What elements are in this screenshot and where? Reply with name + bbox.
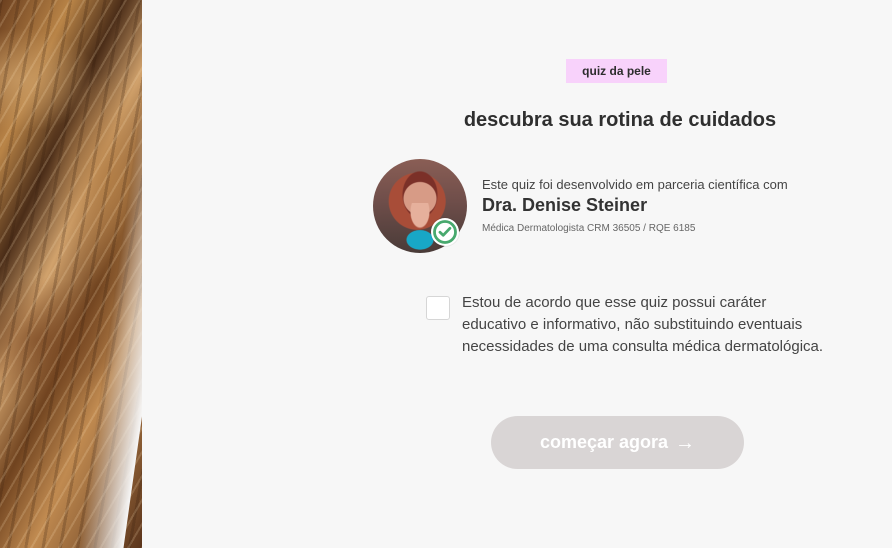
- agreement-text: Estou de acordo que esse quiz possui car…: [462, 294, 824, 355]
- partially-visible-text: [657, 535, 837, 548]
- quiz-intro-panel: quiz da pele descubra sua rotina de cuid…: [142, 0, 892, 548]
- quiz-badge: quiz da pele: [566, 59, 667, 83]
- verified-check-icon: [431, 218, 459, 246]
- agreement-checkbox-row[interactable]: Estou de acordo que esse quiz possui car…: [426, 292, 846, 378]
- arrow-right-icon: →: [675, 432, 696, 454]
- doctor-name: Dra. Denise Steiner: [482, 195, 648, 215]
- hair-image: [0, 0, 142, 548]
- quiz-landing-page: quiz da pele descubra sua rotina de cuid…: [0, 0, 892, 548]
- agreement-checkbox[interactable]: [426, 296, 450, 320]
- page-title: descubra sua rotina de cuidados: [463, 109, 777, 132]
- partnership-text: Este quiz foi desenvolvido em parceria c…: [482, 177, 788, 192]
- doctor-credentials: Médica Dermatologista CRM 36505 / RQE 61…: [482, 223, 696, 234]
- doctor-partnership-card: Este quiz foi desenvolvido em parceria c…: [373, 159, 873, 257]
- start-button-label: começar agora: [539, 432, 669, 452]
- start-quiz-button[interactable]: começar agora →: [491, 416, 744, 469]
